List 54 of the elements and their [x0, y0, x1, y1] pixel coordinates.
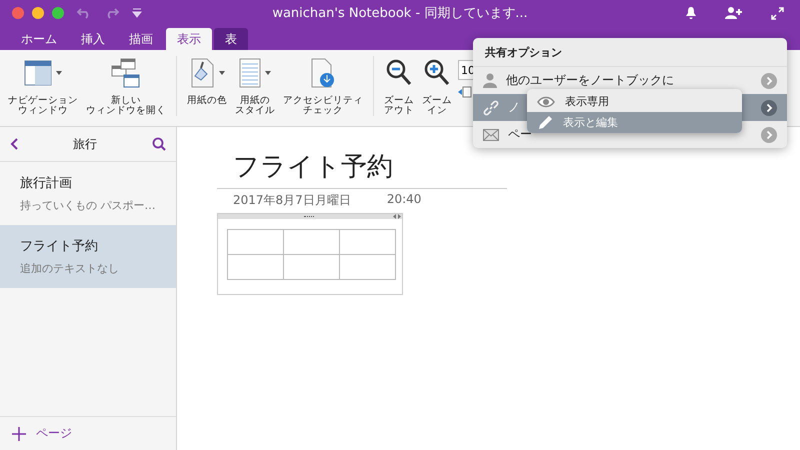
pencil-icon — [537, 114, 553, 130]
navigation-pane-icon — [24, 60, 52, 86]
chevron-circle-icon — [761, 126, 777, 142]
ribbon-tab[interactable]: 描画 — [118, 28, 164, 50]
page-list-item[interactable]: 旅行計画 持っていくもの パスポー… — [0, 162, 176, 225]
ribbon-button[interactable]: 新しい ウィンドウを開く — [84, 56, 168, 117]
page-width-icon — [458, 86, 472, 98]
link-icon — [483, 100, 499, 116]
resize-arrows-icon[interactable] — [393, 214, 401, 219]
close-button[interactable] — [12, 7, 24, 19]
submenu-item[interactable]: 表示専用 — [527, 91, 742, 112]
lined-paper-icon — [239, 58, 261, 88]
ribbon-button[interactable]: ズーム イン — [420, 56, 454, 117]
page-time: 20:40 — [386, 192, 422, 208]
minimize-button[interactable] — [32, 7, 44, 19]
popover-title: 共有オプション — [473, 38, 787, 67]
ribbon-tab[interactable]: ホーム — [10, 28, 68, 50]
chevron-circle-icon — [761, 72, 777, 88]
zoom-in-icon — [424, 59, 450, 87]
bell-icon[interactable] — [685, 6, 697, 20]
windows-icon — [111, 58, 141, 88]
back-icon[interactable] — [10, 138, 18, 150]
page-preview: 持っていくもの パスポー… — [20, 198, 156, 213]
plus-icon — [12, 426, 26, 440]
search-icon[interactable] — [152, 137, 166, 151]
page-preview: 追加のテキストなし — [20, 261, 120, 276]
ribbon-tab[interactable]: 表示 — [166, 28, 212, 50]
ribbon-button[interactable]: ナビゲーション ウィンドウ — [6, 56, 80, 117]
ribbon-button[interactable]: 用紙の色 — [185, 56, 229, 106]
paint-bucket-icon — [189, 58, 215, 88]
ribbon-tab[interactable]: 表 — [214, 28, 248, 50]
page-list-item[interactable]: フライト予約 追加のテキストなし — [0, 225, 176, 288]
page-date: 2017年8月7日月曜日 — [233, 192, 351, 209]
page-title: フライト予約 — [20, 238, 99, 255]
accessibility-check-icon — [310, 58, 336, 88]
add-page-button[interactable]: ページ — [0, 416, 176, 450]
window-title: wanichan's Notebook - 同期しています... — [272, 5, 528, 22]
section-title: 旅行 — [73, 136, 97, 152]
ribbon-tab[interactable]: 挿入 — [70, 28, 116, 50]
drag-handle-icon[interactable] — [304, 216, 314, 218]
eye-icon — [537, 96, 555, 108]
ribbon-button[interactable]: アクセシビリティ チェック — [281, 56, 365, 117]
customize-icon[interactable] — [132, 8, 142, 18]
zoom-out-icon — [386, 59, 412, 87]
chevron-circle-icon — [761, 100, 777, 116]
page-heading: フライト予約 — [217, 149, 507, 189]
ribbon-button[interactable]: ズーム アウト — [382, 56, 416, 117]
add-person-icon[interactable] — [725, 6, 743, 20]
fullscreen-icon[interactable] — [771, 6, 784, 20]
envelope-icon — [483, 128, 499, 140]
person-icon — [483, 73, 497, 88]
zoom-button[interactable] — [52, 7, 64, 19]
page-title: 旅行計画 — [20, 175, 73, 192]
ribbon-button[interactable]: 用紙の スタイル — [233, 56, 277, 117]
